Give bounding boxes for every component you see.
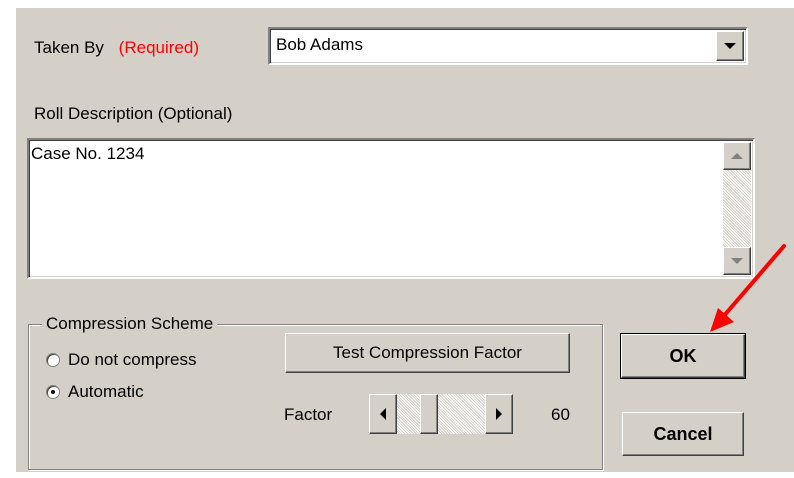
taken-by-label: Taken By (Required) <box>34 38 199 58</box>
radio-checked-icon <box>46 385 60 399</box>
radio-automatic[interactable]: Automatic <box>46 382 144 402</box>
dialog-window: Taken By (Required) Bob Adams Roll Descr… <box>16 8 794 472</box>
cancel-button[interactable]: Cancel <box>622 412 744 456</box>
compression-legend: Compression Scheme <box>42 314 218 334</box>
chevron-down-icon <box>724 43 736 49</box>
scroll-up-button[interactable] <box>723 142 751 170</box>
factor-value: 60 <box>551 405 570 424</box>
arrow-right-icon <box>496 408 502 420</box>
annotation-arrow-icon <box>710 244 786 332</box>
taken-by-combobox[interactable]: Bob Adams <box>268 27 748 65</box>
slider-right-button[interactable] <box>485 394 513 434</box>
radio-icon <box>46 353 60 367</box>
dropdown-button[interactable] <box>716 31 744 61</box>
arrow-up-icon <box>731 153 743 159</box>
test-compression-button[interactable]: Test Compression Factor <box>285 333 570 373</box>
factor-slider[interactable] <box>369 394 513 434</box>
taken-by-text: Taken By <box>34 38 104 57</box>
roll-description-textarea[interactable]: Case No. 1234 <box>27 138 755 279</box>
taken-by-value: Bob Adams <box>276 35 363 54</box>
slider-thumb[interactable] <box>420 394 438 434</box>
factor-label: Factor <box>284 405 333 424</box>
radio-automatic-label: Automatic <box>68 382 144 401</box>
arrow-left-icon <box>380 408 386 420</box>
radio-do-not-compress-label: Do not compress <box>68 350 197 369</box>
roll-description-value: Case No. 1234 <box>31 144 145 163</box>
ok-button[interactable]: OK <box>620 333 746 379</box>
required-tag: (Required) <box>118 38 199 57</box>
slider-left-button[interactable] <box>369 394 397 434</box>
roll-description-label: Roll Description (Optional) <box>34 104 233 123</box>
radio-do-not-compress[interactable]: Do not compress <box>46 350 197 370</box>
